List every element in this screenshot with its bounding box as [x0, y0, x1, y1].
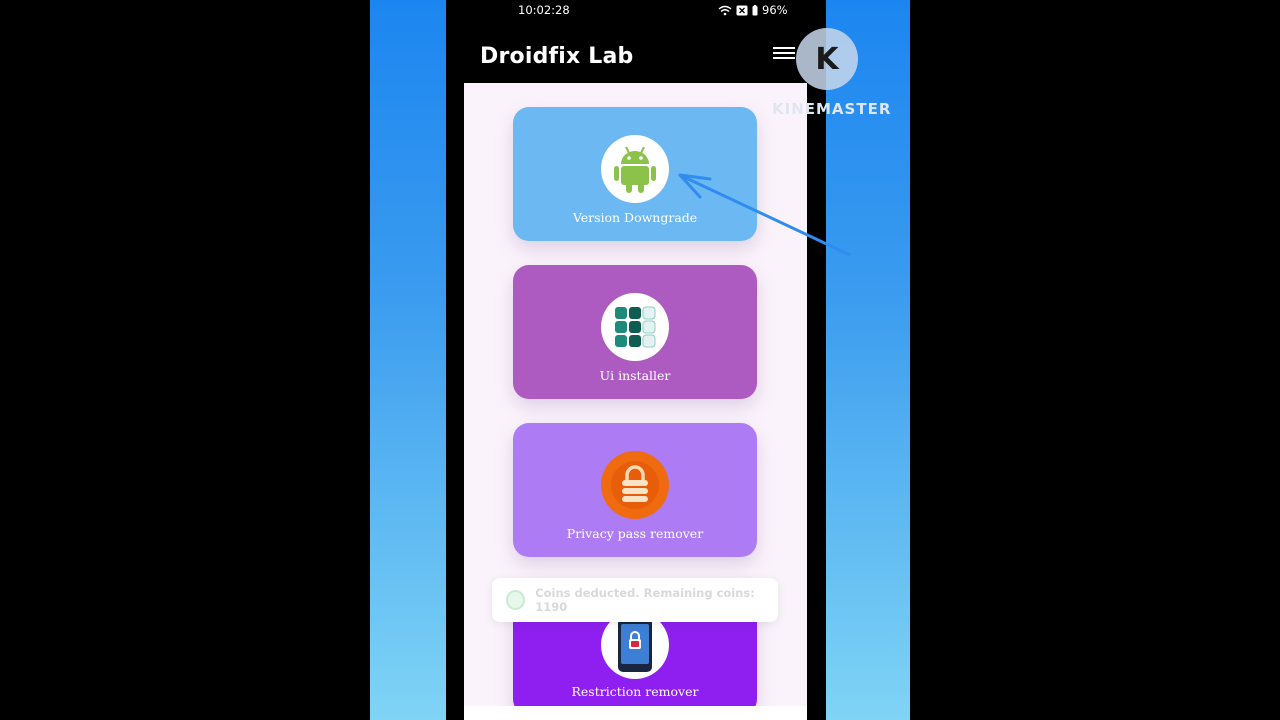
annotation-arrow-icon [678, 173, 851, 257]
kinemaster-logo-icon: K [796, 28, 858, 90]
ui-installer-card[interactable]: Ui installer [513, 265, 757, 399]
battery-level: 96% [762, 3, 788, 17]
status-bar: 10:02:28 96% [446, 0, 826, 22]
card-label: Restriction remover [571, 684, 699, 699]
left-background [370, 0, 446, 720]
status-icons: 96% [718, 3, 788, 17]
phone-screen: 10:02:28 96% Droidfix Lab Version Downgr… [446, 0, 826, 720]
wifi-icon [718, 5, 732, 15]
app-title: Droidfix Lab [480, 44, 634, 69]
battery-icon [752, 4, 758, 15]
android-icon [601, 135, 669, 203]
check-circle-icon [506, 590, 526, 610]
status-time: 10:02:28 [518, 3, 570, 17]
lock-icon [601, 451, 669, 519]
kinemaster-watermark: KINEMASTER [772, 100, 892, 118]
card-label: Privacy pass remover [566, 526, 704, 541]
toast-notification: Coins deducted. Remaining coins: 1190 [492, 578, 778, 622]
grid-icon [601, 293, 669, 361]
sim-icon [736, 5, 748, 15]
card-label: Ui installer [599, 368, 671, 383]
toast-message: Coins deducted. Remaining coins: 1190 [535, 586, 755, 614]
privacy-pass-remover-card[interactable]: Privacy pass remover [513, 423, 757, 557]
hamburger-menu-icon[interactable] [773, 44, 795, 62]
bottom-strip [464, 706, 807, 720]
